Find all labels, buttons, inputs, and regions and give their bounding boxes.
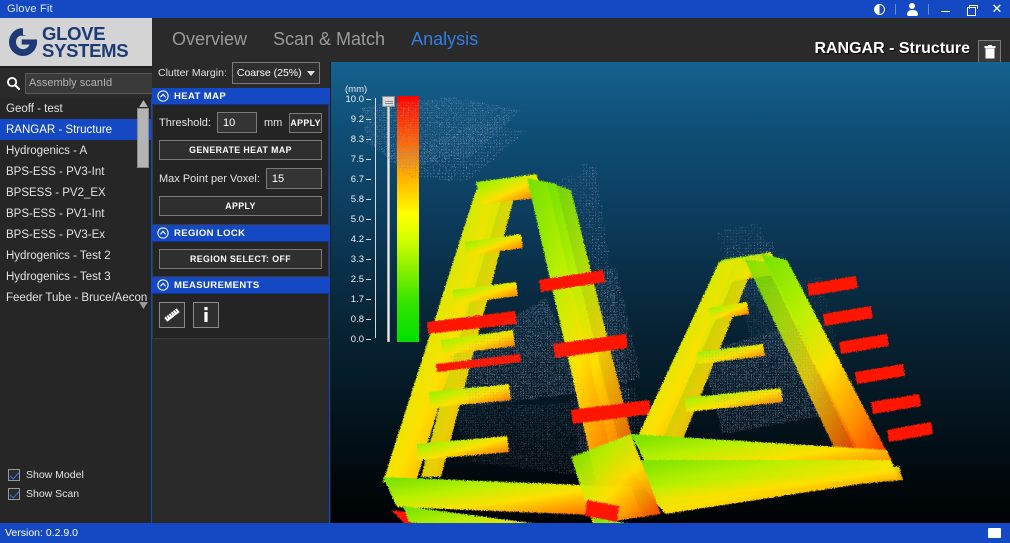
delete-button[interactable] [978, 40, 1001, 63]
show-scan-checkbox[interactable] [8, 487, 20, 500]
info-icon [204, 307, 208, 322]
minimize-icon[interactable] [932, 0, 958, 18]
threshold-row: Threshold: mm APPLY [159, 112, 322, 133]
show-model-checkbox[interactable] [8, 468, 20, 481]
threshold-apply-button[interactable]: APPLY [289, 112, 322, 133]
tab-analysis[interactable]: Analysis [407, 29, 482, 52]
user-account-icon[interactable] [899, 0, 925, 18]
region-lock-panel-title: REGION LOCK [174, 227, 246, 239]
show-model-row[interactable]: Show Model [8, 465, 152, 484]
display-options: Show Model Show Scan [0, 465, 152, 503]
clutter-margin-select[interactable]: Coarse (25%) [231, 62, 320, 84]
measurements-panel-body [152, 294, 329, 339]
status-bar: Version: 0.2.9.0 [0, 523, 1010, 543]
heat-map-panel-body: Threshold: mm APPLY GENERATE HEAT MAP Ma… [152, 105, 329, 225]
region-select-button[interactable]: REGION SELECT: OFF [159, 249, 322, 269]
list-item[interactable]: BPS-ESS - PV1-Int [0, 203, 152, 224]
clutter-margin-row: Clutter Margin: Coarse (25%) [152, 58, 330, 88]
show-scan-row[interactable]: Show Scan [8, 484, 152, 503]
trash-icon [984, 44, 995, 58]
chevron-up-icon[interactable] [157, 279, 169, 291]
search-icon[interactable] [4, 74, 22, 92]
generate-heat-map-button[interactable]: GENERATE HEAT MAP [159, 140, 322, 160]
tab-overview[interactable]: Overview [168, 29, 251, 52]
list-item-label: RANGAR - Structure [6, 123, 113, 136]
voxel-row: Max Point per Voxel: [159, 168, 322, 189]
tab-scan-and-match[interactable]: Scan & Match [269, 29, 389, 52]
list-item-selected[interactable]: RANGAR - Structure [0, 119, 152, 140]
show-model-label: Show Model [26, 468, 84, 481]
max-point-per-voxel-input[interactable] [265, 168, 322, 189]
region-lock-panel-header[interactable]: REGION LOCK [152, 225, 329, 242]
glove-systems-logo-icon [8, 27, 38, 57]
tool-panels: HEAT MAP Threshold: mm APPLY GENERATE HE… [152, 88, 330, 523]
list-item[interactable]: BPS-ESS - PV3-Int [0, 161, 152, 182]
chevron-up-icon[interactable] [157, 227, 169, 239]
list-item-label: BPS-ESS - PV3-Int [6, 165, 105, 178]
assembly-sidebar: Geoff - test RANGAR - Structure Hydrogen… [0, 98, 152, 523]
assembly-list: Geoff - test RANGAR - Structure Hydrogen… [0, 98, 152, 310]
list-item[interactable]: Hydrogenics - A [0, 140, 152, 161]
3d-viewport[interactable]: (mm) 10.0 9.2 8.3 7.5 6.7 5.8 5.0 4.2 3.… [331, 62, 1010, 523]
threshold-unit: mm [263, 116, 283, 129]
divider: | [927, 3, 930, 15]
list-item[interactable]: Geoff - test [0, 98, 152, 119]
list-item-label: BPS-ESS - PV3-Ex [6, 228, 106, 241]
scroll-up-icon[interactable] [137, 98, 149, 108]
search-input[interactable] [29, 77, 171, 89]
list-item[interactable]: Hydrogenics - Test 3 [0, 266, 152, 287]
sidebar-scrollbar[interactable] [137, 98, 149, 310]
ruler-tool-button[interactable] [159, 302, 185, 328]
list-item-label: BPSESS - PV2_EX [6, 186, 106, 199]
title-bar: Glove Fit | | ✕ [0, 0, 1010, 18]
application-window: Glove Fit | | ✕ GLOVE SYSTEMS Assembly s… [0, 0, 1010, 543]
search-bar: ✕ [0, 68, 212, 98]
measurements-panel-title: MEASUREMENTS [174, 279, 260, 291]
measurements-panel-header[interactable]: MEASUREMENTS [152, 277, 329, 294]
show-scan-label: Show Scan [26, 487, 80, 500]
list-item[interactable]: BPSESS - PV2_EX [0, 182, 152, 203]
list-item[interactable]: Hydrogenics - Test 2 [0, 245, 152, 266]
point-cloud-render[interactable] [331, 62, 1010, 523]
heat-map-panel-title: HEAT MAP [174, 90, 227, 102]
brand-logo: GLOVE SYSTEMS [0, 18, 152, 66]
window-controls: | | ✕ [866, 0, 1010, 18]
window-title: Glove Fit [7, 3, 53, 15]
chevron-down-icon[interactable] [306, 70, 315, 76]
brand-line-2: SYSTEMS [42, 40, 129, 61]
heat-map-panel-header[interactable]: HEAT MAP [152, 88, 329, 105]
info-tool-button[interactable] [193, 302, 219, 328]
clutter-margin-value: Coarse (25%) [236, 67, 302, 79]
divider: | [894, 3, 897, 15]
status-indicator-icon[interactable] [988, 528, 1001, 538]
scroll-down-icon[interactable] [137, 300, 149, 310]
scrollbar-thumb[interactable] [137, 108, 149, 168]
top-navigation: Overview Scan & Match Analysis RANGAR - … [152, 18, 1010, 63]
chevron-up-icon[interactable] [157, 90, 169, 102]
list-item[interactable]: Feeder Tube - Bruce/Aecon [0, 287, 152, 308]
page-title: RANGAR - Structure [814, 40, 970, 57]
region-lock-panel-body: REGION SELECT: OFF [152, 242, 329, 277]
list-item-label: Feeder Tube - Bruce/Aecon [6, 291, 148, 304]
threshold-input[interactable] [216, 112, 257, 133]
clutter-margin-label: Clutter Margin: [158, 67, 227, 79]
threshold-label: Threshold: [159, 116, 211, 129]
contrast-toggle-icon[interactable] [866, 0, 892, 18]
list-item-label: Hydrogenics - A [6, 144, 88, 157]
voxel-apply-button[interactable]: APPLY [159, 196, 322, 216]
max-point-per-voxel-label: Max Point per Voxel: [159, 172, 260, 185]
ruler-icon [163, 307, 181, 323]
list-item-label: BPS-ESS - PV1-Int [6, 207, 105, 220]
close-icon[interactable]: ✕ [984, 0, 1010, 18]
restore-icon[interactable] [958, 0, 984, 18]
list-item-label: Hydrogenics - Test 3 [6, 270, 111, 283]
version-label: Version: 0.2.9.0 [5, 527, 78, 539]
list-item-label: Hydrogenics - Test 2 [6, 249, 111, 262]
list-item-label: Geoff - test [6, 102, 63, 115]
list-item[interactable]: BPS-ESS - PV3-Ex [0, 224, 152, 245]
